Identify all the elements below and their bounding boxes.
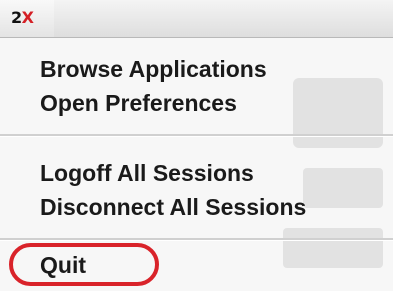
screen: 2X Browse Applications Open Preferences … <box>0 0 393 291</box>
menu-item-logoff-all-sessions[interactable]: Logoff All Sessions <box>40 160 254 187</box>
menu-separator <box>0 238 393 241</box>
menu-bar: 2X <box>0 0 393 38</box>
app-menu-title[interactable]: 2X <box>0 0 54 37</box>
menu-separator <box>0 134 393 137</box>
dropdown-menu: Browse Applications Open Preferences Log… <box>0 38 393 291</box>
logo-prefix: 2 <box>11 8 22 27</box>
background-watermark <box>283 78 383 268</box>
menu-item-browse-applications[interactable]: Browse Applications <box>40 56 267 83</box>
app-logo: 2X <box>11 8 34 27</box>
logo-suffix: X <box>21 8 34 27</box>
quit-highlight-ring <box>9 243 159 286</box>
menu-item-open-preferences[interactable]: Open Preferences <box>40 90 237 117</box>
menu-item-disconnect-all-sessions[interactable]: Disconnect All Sessions <box>40 194 306 221</box>
